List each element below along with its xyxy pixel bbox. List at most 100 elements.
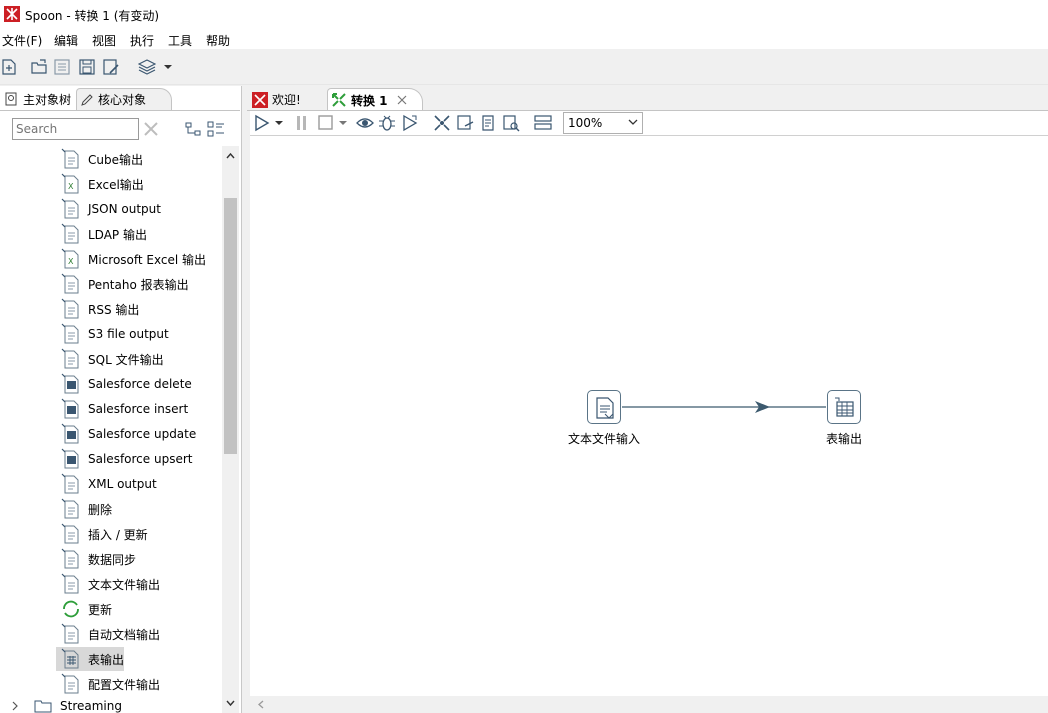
rss-output-icon — [61, 298, 79, 319]
tree-item-label: 文本文件输出 — [88, 577, 161, 592]
step-label: 文本文件输入 — [568, 432, 641, 446]
tree-item[interactable]: X Microsoft Excel 输出 — [56, 247, 206, 271]
tab-divider — [0, 110, 240, 111]
clear-search-icon[interactable] — [142, 120, 160, 138]
preview-eye-icon[interactable] — [356, 114, 374, 132]
debug-bug-icon[interactable] — [378, 114, 396, 132]
salesforce-upsert-icon — [61, 448, 79, 469]
menu-edit[interactable]: 编辑 — [54, 32, 78, 49]
tab-main-object-tree[interactable]: 主对象树 — [2, 88, 76, 110]
tree-category-streaming[interactable]: Streaming — [10, 699, 122, 713]
verify-icon[interactable] — [433, 114, 451, 132]
tree-item-label: Cube输出 — [88, 152, 143, 167]
tree-item[interactable]: S3 file output — [56, 322, 169, 346]
tree-item-label: Salesforce update — [88, 427, 197, 441]
svg-text:X: X — [68, 257, 74, 266]
tab-transformation[interactable]: 转换 1 — [327, 88, 423, 111]
scroll-left-icon[interactable] — [256, 699, 266, 710]
layers-icon[interactable] — [138, 58, 156, 76]
chevron-down-icon[interactable] — [162, 61, 174, 73]
tree-item[interactable]: Salesforce delete — [56, 372, 192, 396]
update-icon — [63, 600, 79, 618]
scrollbar-thumb[interactable] — [224, 198, 237, 454]
tree-item[interactable]: Pentaho 报表输出 — [56, 272, 189, 296]
tree-item[interactable]: Cube输出 — [56, 147, 143, 171]
tree-item[interactable]: Salesforce insert — [56, 397, 188, 421]
tree-item[interactable]: 数据同步 — [56, 547, 136, 571]
tree-item-label: Salesforce delete — [88, 377, 192, 391]
save-as-icon[interactable] — [102, 58, 120, 76]
menu-help[interactable]: 帮助 — [206, 32, 230, 49]
tab-core-objects[interactable]: 核心对象 — [76, 88, 172, 110]
tree-item-label: 自动文档输出 — [88, 627, 161, 642]
menu-file[interactable]: 文件(F) — [2, 32, 42, 49]
open-folder-icon[interactable] — [30, 58, 48, 76]
tree-item[interactable]: 插入 / 更新 — [56, 522, 148, 546]
generate-sql-icon[interactable] — [479, 114, 497, 132]
pause-icon[interactable] — [293, 114, 311, 132]
json-output-icon — [61, 198, 79, 219]
chevron-right-icon[interactable] — [10, 701, 20, 711]
tree-item[interactable]: Salesforce upsert — [56, 447, 192, 471]
menu-tools[interactable]: 工具 — [168, 32, 192, 49]
show-results-icon[interactable] — [534, 114, 552, 132]
run-options-chevron-icon[interactable] — [274, 116, 284, 130]
step-text-file-input[interactable] — [587, 390, 621, 424]
new-file-icon[interactable] — [0, 58, 18, 76]
step-table-output[interactable] — [827, 390, 861, 424]
close-tab-icon[interactable] — [397, 95, 407, 105]
search-input[interactable] — [12, 118, 139, 140]
save-icon[interactable] — [78, 58, 96, 76]
zoom-select[interactable]: 100% — [563, 112, 643, 134]
tab-label: 欢迎! — [272, 93, 301, 107]
tree-item[interactable]: LDAP 输出 — [56, 222, 147, 246]
search-icon — [5, 92, 17, 106]
s3-file-output-icon — [61, 323, 79, 344]
tree-item[interactable]: 表输出 — [56, 647, 125, 671]
tree-item-label: RSS 输出 — [88, 302, 140, 317]
tree-item[interactable]: 更新 — [56, 597, 112, 621]
tab-label: 转换 1 — [351, 93, 388, 108]
replay-icon[interactable] — [401, 114, 419, 132]
tree-item[interactable]: SQL 文件输出 — [56, 347, 164, 371]
collapse-all-icon[interactable] — [185, 121, 201, 137]
auto-doc-output-icon — [61, 623, 79, 644]
tree-item-label: S3 file output — [88, 327, 169, 341]
tree-item[interactable]: RSS 输出 — [56, 297, 139, 321]
text-file-output-icon — [61, 573, 79, 594]
explore-database-icon[interactable] — [502, 114, 520, 132]
tab-welcome[interactable]: 欢迎! — [249, 88, 327, 111]
pencil-icon — [81, 93, 93, 106]
vertical-scrollbar[interactable] — [222, 146, 239, 713]
explore-repository-icon[interactable] — [53, 58, 71, 76]
tree-item[interactable]: 文本文件输出 — [56, 572, 160, 596]
stop-options-chevron-icon[interactable] — [338, 116, 348, 130]
expand-all-icon[interactable] — [207, 121, 225, 137]
run-icon[interactable] — [253, 114, 271, 132]
properties-output-icon — [61, 673, 79, 694]
salesforce-update-icon — [61, 423, 79, 444]
tree-item[interactable]: X Excel输出 — [56, 172, 144, 196]
tree-item[interactable]: 自动文档输出 — [56, 622, 160, 646]
horizontal-scrollbar[interactable] — [250, 696, 1048, 713]
tree-item-label: JSON output — [88, 202, 161, 216]
tree-item-label: SQL 文件输出 — [88, 352, 164, 367]
tree-item[interactable]: XML output — [56, 472, 157, 496]
scroll-down-icon[interactable] — [225, 697, 236, 708]
tree-item[interactable]: 删除 — [56, 497, 112, 521]
menu-view[interactable]: 视图 — [92, 32, 116, 49]
tree-item[interactable]: JSON output — [56, 197, 161, 221]
scroll-up-icon[interactable] — [225, 151, 236, 162]
transformation-icon — [332, 93, 346, 107]
tree-item[interactable]: 配置文件输出 — [56, 672, 160, 696]
svg-text:X: X — [68, 182, 74, 191]
tab-label: 主对象树 — [23, 92, 72, 107]
impact-analysis-icon[interactable] — [456, 114, 474, 132]
menu-run[interactable]: 执行 — [130, 32, 154, 49]
transformation-canvas[interactable]: 文本文件输入 表输出 — [250, 135, 1048, 696]
stop-icon[interactable] — [317, 114, 335, 132]
zoom-value: 100% — [568, 116, 603, 130]
tree-item[interactable]: Salesforce update — [56, 422, 196, 446]
tree-item-label: 更新 — [88, 602, 113, 617]
chevron-down-icon[interactable] — [628, 117, 638, 127]
